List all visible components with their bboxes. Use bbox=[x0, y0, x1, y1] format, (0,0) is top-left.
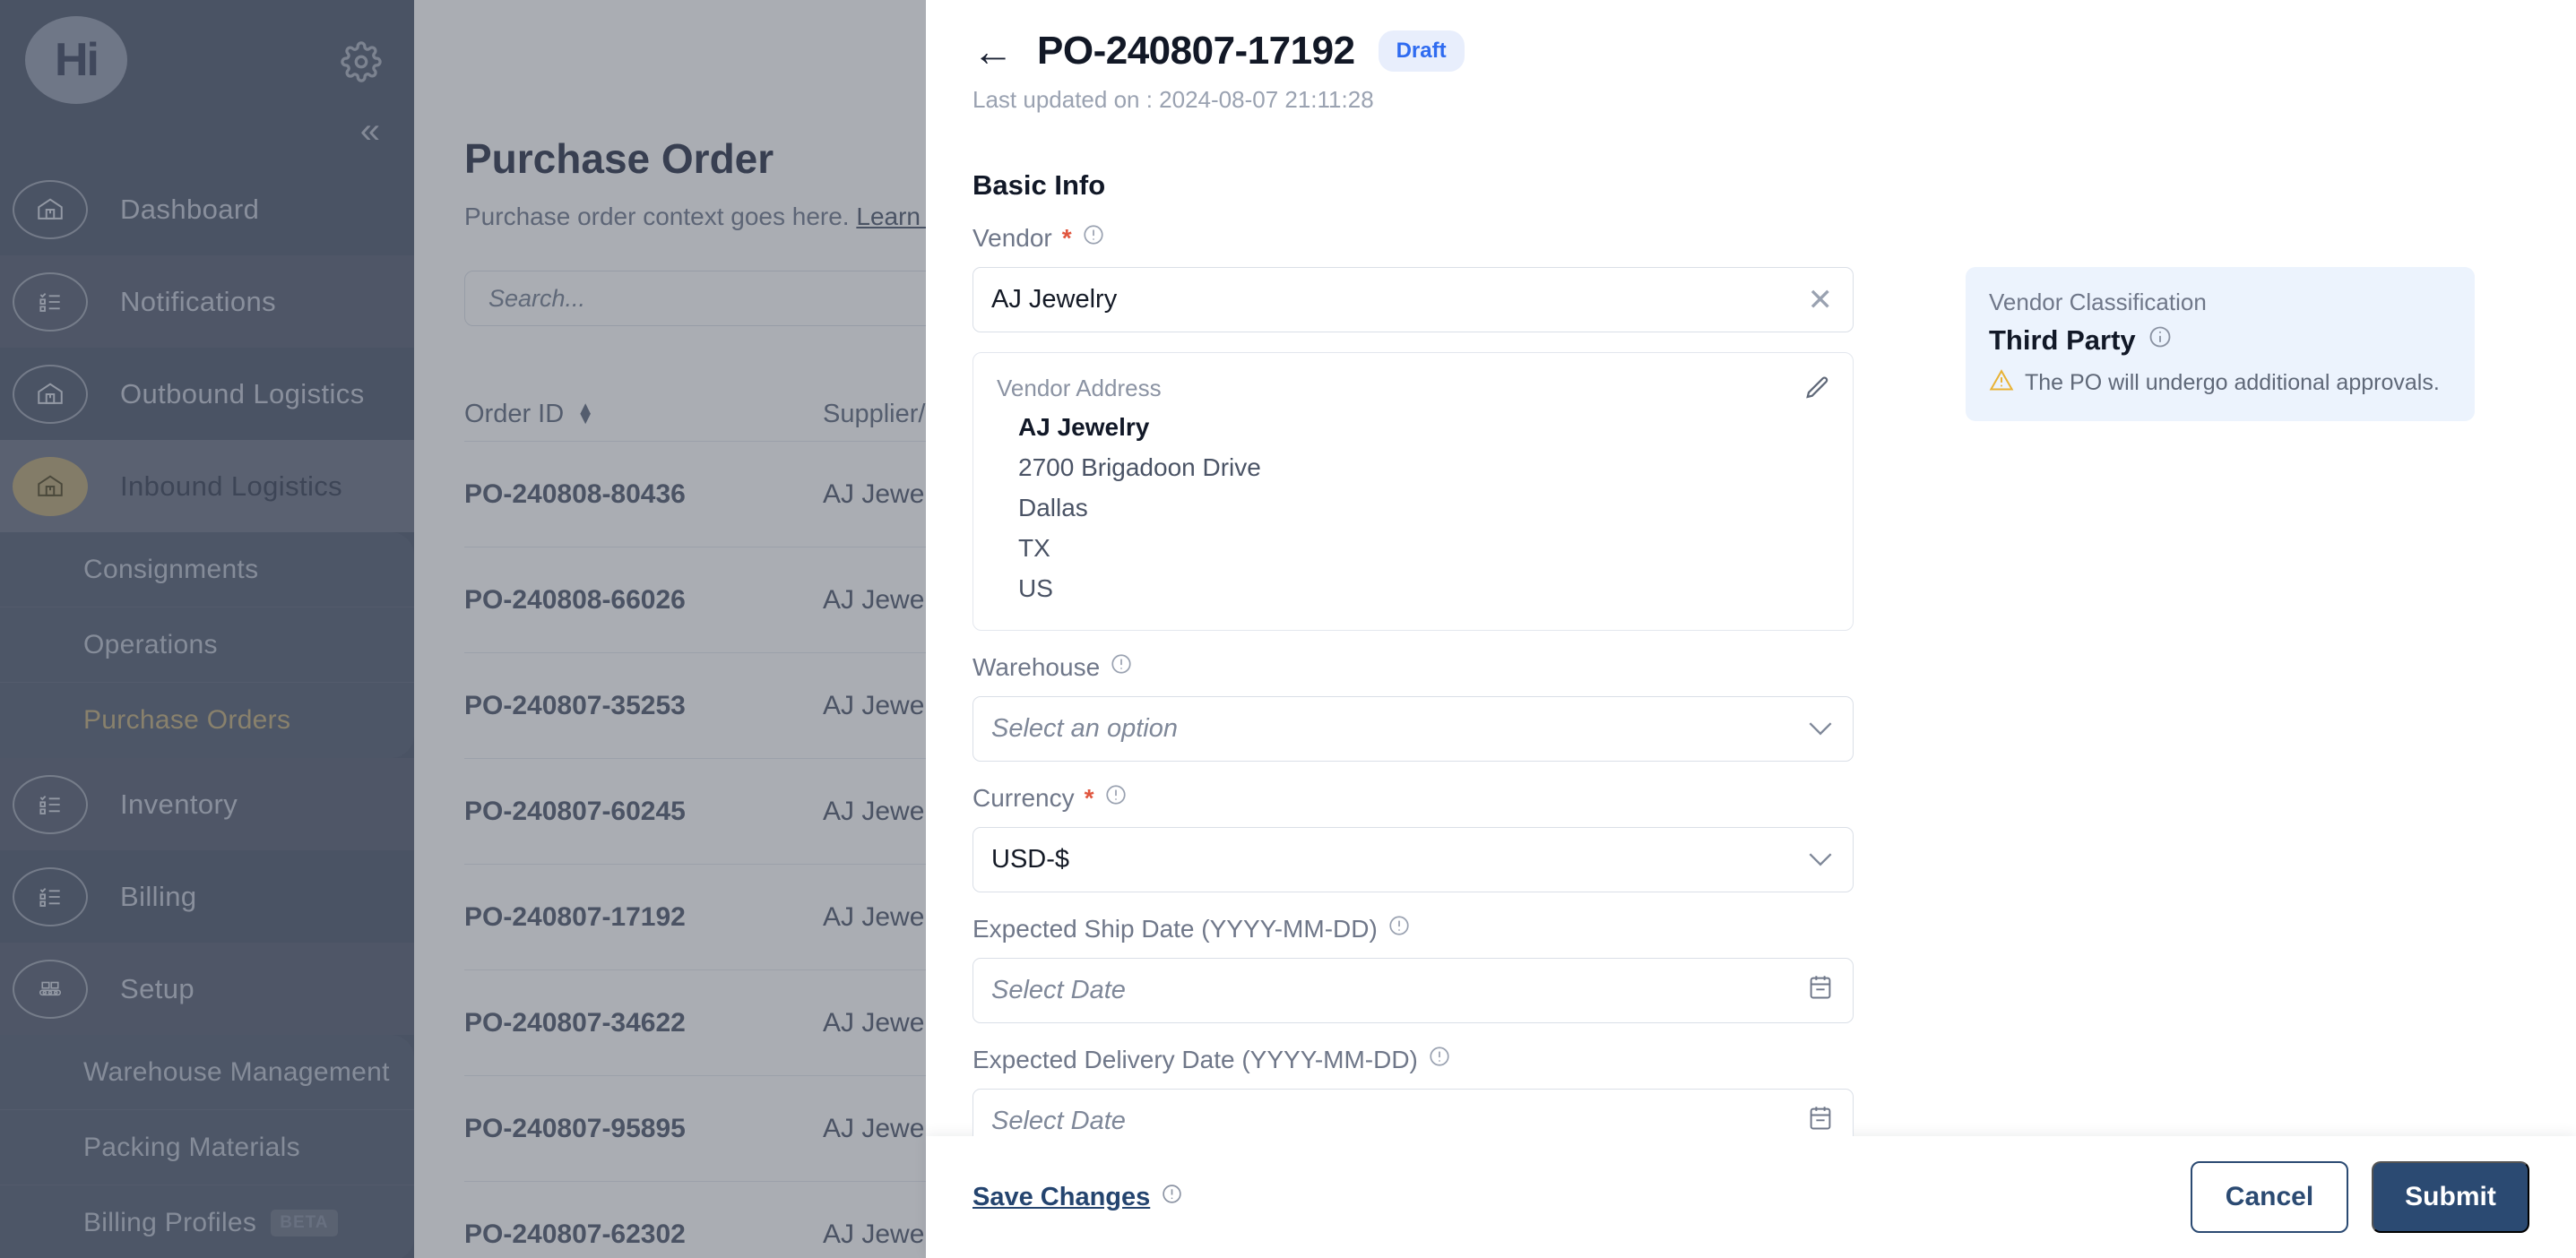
address-line: US bbox=[1018, 574, 1829, 603]
field-vendor: Vendor * AJ Jewelry ✕ bbox=[972, 223, 1854, 332]
info-circle-icon[interactable] bbox=[1161, 1183, 1183, 1212]
vendor-address-label: Vendor Address bbox=[997, 375, 1829, 402]
address-line: TX bbox=[1018, 534, 1829, 563]
drawer-body: ← PO-240807-17192 Draft Last updated on … bbox=[926, 0, 2576, 1136]
vendor-classification-note-row: The PO will undergo additional approvals… bbox=[1989, 368, 2451, 398]
field-expected-ship-date: Expected Ship Date (YYYY-MM-DD) Select D… bbox=[972, 914, 1854, 1023]
field-label-expected-delivery-date: Expected Delivery Date (YYYY-MM-DD) bbox=[972, 1045, 1854, 1074]
vendor-input-value: AJ Jewelry bbox=[991, 285, 1808, 314]
field-label-warehouse: Warehouse bbox=[972, 652, 1854, 682]
required-asterisk: * bbox=[1062, 224, 1072, 253]
vendor-address-card: Vendor Address AJ Jewelry 2700 Brigadoon… bbox=[972, 352, 1854, 631]
pencil-icon[interactable] bbox=[1804, 375, 1831, 401]
vendor-classification-label: Vendor Classification bbox=[1989, 289, 2451, 316]
field-label-vendor: Vendor * bbox=[972, 223, 1854, 253]
field-label-text: Expected Delivery Date (YYYY-MM-DD) bbox=[972, 1046, 1418, 1074]
address-line: Dallas bbox=[1018, 494, 1829, 522]
app-root: Hi « Dashboard Notifications bbox=[0, 0, 2576, 1258]
info-circle-icon[interactable] bbox=[2148, 324, 2173, 357]
vendor-address-lines: AJ Jewelry 2700 Brigadoon Drive Dallas T… bbox=[997, 413, 1829, 603]
currency-value: USD-$ bbox=[991, 845, 1808, 875]
drawer-footer: Save Changes Cancel Submit bbox=[926, 1136, 2576, 1258]
footer-actions: Cancel Submit bbox=[2191, 1161, 2529, 1233]
arrow-left-icon[interactable]: ← bbox=[972, 30, 1014, 72]
warehouse-select[interactable]: Select an option bbox=[972, 696, 1854, 762]
vendor-classification-value: Third Party bbox=[1989, 324, 2136, 357]
expected-ship-date-input[interactable]: Select Date bbox=[972, 958, 1854, 1023]
field-label-text: Vendor bbox=[972, 224, 1052, 253]
field-label-text: Expected Ship Date (YYYY-MM-DD) bbox=[972, 915, 1378, 944]
info-circle-icon[interactable] bbox=[1110, 652, 1133, 682]
required-asterisk: * bbox=[1085, 784, 1094, 813]
vendor-classification-value-row: Third Party bbox=[1989, 324, 2451, 357]
cancel-button[interactable]: Cancel bbox=[2191, 1161, 2348, 1233]
warning-triangle-icon bbox=[1989, 368, 2014, 398]
chevron-down-icon[interactable] bbox=[1808, 848, 1833, 872]
close-icon[interactable]: ✕ bbox=[1808, 285, 1834, 315]
drawer-header: ← PO-240807-17192 Draft bbox=[926, 29, 2576, 73]
last-updated-text: Last updated on : 2024-08-07 21:11:28 bbox=[926, 86, 2576, 114]
purchase-order-drawer: ← PO-240807-17192 Draft Last updated on … bbox=[926, 0, 2576, 1258]
submit-button[interactable]: Submit bbox=[2372, 1161, 2529, 1233]
basic-info-form: Vendor * AJ Jewelry ✕ Vendor Address bbox=[926, 223, 1854, 1136]
vendor-classification-note: The PO will undergo additional approvals… bbox=[2025, 370, 2440, 396]
status-badge: Draft bbox=[1379, 30, 1465, 72]
chevron-down-icon[interactable] bbox=[1808, 717, 1833, 741]
section-title-basic-info: Basic Info bbox=[926, 169, 2576, 202]
address-line: 2700 Brigadoon Drive bbox=[1018, 453, 1829, 482]
address-line: AJ Jewelry bbox=[1018, 413, 1829, 442]
save-changes-link[interactable]: Save Changes bbox=[972, 1183, 1183, 1212]
currency-select[interactable]: USD-$ bbox=[972, 827, 1854, 892]
warehouse-placeholder: Select an option bbox=[991, 714, 1808, 744]
field-label-currency: Currency * bbox=[972, 783, 1854, 813]
info-circle-icon[interactable] bbox=[1428, 1045, 1451, 1074]
calendar-icon[interactable] bbox=[1808, 1105, 1833, 1137]
field-label-text: Warehouse bbox=[972, 653, 1100, 682]
save-changes-label: Save Changes bbox=[972, 1183, 1150, 1212]
expected-ship-date-placeholder: Select Date bbox=[991, 976, 1808, 1005]
expected-delivery-date-input[interactable]: Select Date bbox=[972, 1089, 1854, 1136]
vendor-input[interactable]: AJ Jewelry ✕ bbox=[972, 267, 1854, 332]
info-circle-icon[interactable] bbox=[1082, 223, 1105, 253]
field-warehouse: Warehouse Select an option bbox=[972, 652, 1854, 762]
info-circle-icon[interactable] bbox=[1104, 783, 1128, 813]
info-circle-icon[interactable] bbox=[1387, 914, 1411, 944]
calendar-icon[interactable] bbox=[1808, 974, 1833, 1008]
drawer-title: PO-240807-17192 bbox=[1037, 29, 1355, 73]
field-expected-delivery-date: Expected Delivery Date (YYYY-MM-DD) Sele… bbox=[972, 1045, 1854, 1136]
field-label-text: Currency bbox=[972, 784, 1075, 813]
field-label-expected-ship-date: Expected Ship Date (YYYY-MM-DD) bbox=[972, 914, 1854, 944]
field-currency: Currency * USD-$ bbox=[972, 783, 1854, 892]
vendor-classification-panel: Vendor Classification Third Party The PO… bbox=[1966, 267, 2475, 421]
expected-delivery-date-placeholder: Select Date bbox=[991, 1107, 1808, 1136]
